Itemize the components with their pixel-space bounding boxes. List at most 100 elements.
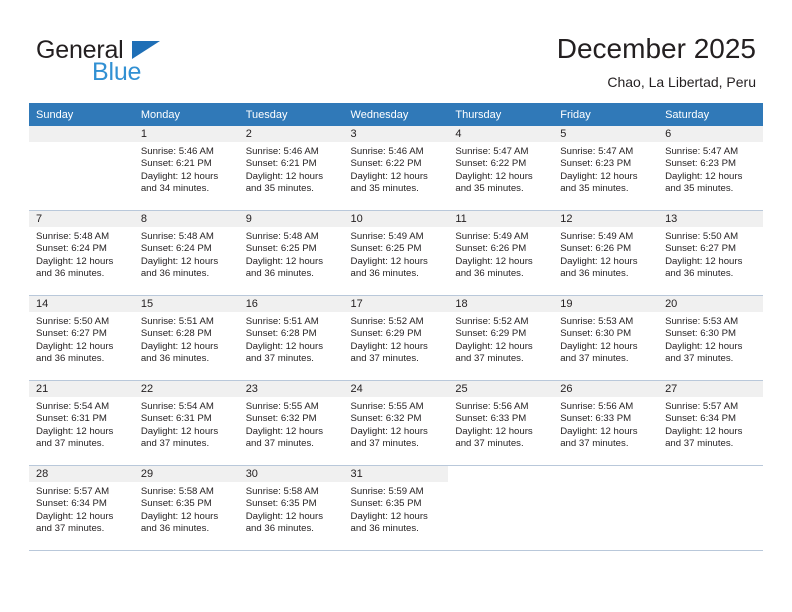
day-detail-daylight-2-line: and 36 minutes.	[455, 268, 524, 280]
page-title: December 2025	[556, 33, 756, 64]
day-detail-daylight-2-line: and 34 minutes.	[140, 183, 210, 195]
day-detail-daylight-2-line: and 37 minutes.	[560, 438, 629, 450]
day-details: Sunrise: 5:48 AM Sunset: 6:24 PM Daylight:…	[29, 227, 134, 281]
calendar-day-cell[interactable]: 22 Sunrise: 5:54 AM Sunset: 6:31 PM Dayligh…	[133, 380, 239, 466]
day-detail-sunrise-line: Sunrise: 5:46 AM	[140, 146, 214, 157]
day-detail-daylight-1-line: Daylight: 12 hours	[560, 255, 638, 267]
day-number: 9	[238, 211, 344, 227]
calendar-day-cell[interactable]: 21 Sunrise: 5:54 AM Sunset: 6:31 PM Dayligh…	[29, 380, 134, 466]
day-detail-daylight-2-line: and 36 minutes.	[245, 523, 314, 535]
day-detail-daylight-2-line: and 35 minutes.	[455, 183, 524, 195]
calendar-week-row: 28 Sunrise: 5:57 AM Sunset: 6:34 PM Dayligh…	[29, 465, 763, 551]
calendar-day-cell[interactable]: 29 Sunrise: 5:58 AM Sunset: 6:35 PM Dayligh…	[133, 465, 239, 551]
calendar-day-cell[interactable]: 13 Sunrise: 5:50 AM Sunset: 6:27 PM Dayligh…	[658, 210, 763, 296]
calendar-day-cell[interactable]: 4 Sunrise: 5:47 AM Sunset: 6:22 PM Daylight…	[448, 126, 554, 211]
general-blue-logo: General Blue	[36, 36, 266, 88]
day-detail-sunset-line: Sunset: 6:24 PM	[36, 243, 107, 255]
day-detail-daylight-1-line: Daylight: 12 hours	[455, 425, 533, 437]
calendar-day-cell[interactable]: 23 Sunrise: 5:55 AM Sunset: 6:32 PM Dayligh…	[238, 380, 344, 466]
day-number: 20	[658, 296, 763, 312]
day-detail-daylight-1-line: Daylight: 12 hours	[350, 340, 428, 352]
day-detail-sunrise-line: Sunrise: 5:59 AM	[350, 486, 424, 497]
calendar-day-cell[interactable]: 15 Sunrise: 5:51 AM Sunset: 6:28 PM Dayligh…	[133, 295, 239, 381]
calendar-day-cell[interactable]: 8 Sunrise: 5:48 AM Sunset: 6:24 PM Daylight…	[133, 210, 239, 296]
day-detail-daylight-2-line: and 37 minutes.	[245, 353, 314, 365]
day-detail-daylight-2-line: and 36 minutes.	[350, 268, 419, 280]
weekday-header-tuesday: Tuesday	[238, 103, 344, 126]
day-detail-daylight-1-line: Daylight: 12 hours	[140, 255, 219, 267]
day-details: Sunrise: 5:51 AM Sunset: 6:28 PM Daylight:…	[134, 312, 239, 366]
calendar-day-cell[interactable]: 25 Sunrise: 5:56 AM Sunset: 6:33 PM Dayligh…	[448, 380, 554, 466]
calendar-day-cell[interactable]: 30 Sunrise: 5:58 AM Sunset: 6:35 PM Dayligh…	[238, 465, 344, 551]
calendar-day-cell[interactable]: 28 Sunrise: 5:57 AM Sunset: 6:34 PM Dayligh…	[29, 465, 134, 551]
day-detail-sunrise-line: Sunrise: 5:52 AM	[455, 316, 529, 327]
day-detail-daylight-1-line: Daylight: 12 hours	[350, 510, 428, 522]
day-details: Sunrise: 5:54 AM Sunset: 6:31 PM Daylight:…	[29, 397, 134, 451]
calendar-day-cell[interactable]: 16 Sunrise: 5:51 AM Sunset: 6:28 PM Dayligh…	[238, 295, 344, 381]
day-detail-daylight-2-line: and 36 minutes.	[140, 523, 210, 535]
day-number	[448, 466, 554, 482]
calendar-day-cell[interactable]: 2 Sunrise: 5:46 AM Sunset: 6:21 PM Daylight…	[238, 126, 344, 211]
day-details: Sunrise: 5:51 AM Sunset: 6:28 PM Daylight:…	[239, 312, 344, 366]
day-detail-sunset-line: Sunset: 6:26 PM	[560, 243, 632, 255]
calendar-day-cell[interactable]: 17 Sunrise: 5:52 AM Sunset: 6:29 PM Dayligh…	[343, 295, 449, 381]
day-details: Sunrise: 5:50 AM Sunset: 6:27 PM Daylight:…	[29, 312, 134, 366]
calendar-day-cell[interactable]: 24 Sunrise: 5:55 AM Sunset: 6:32 PM Dayligh…	[343, 380, 449, 466]
day-detail-daylight-1-line: Daylight: 12 hours	[36, 510, 114, 522]
calendar-week-row: 14 Sunrise: 5:50 AM Sunset: 6:27 PM Dayligh…	[29, 295, 763, 381]
day-details: Sunrise: 5:49 AM Sunset: 6:25 PM Daylight:…	[344, 227, 449, 281]
day-details	[658, 482, 763, 486]
day-detail-daylight-1-line: Daylight: 12 hours	[245, 425, 324, 437]
day-detail-sunrise-line: Sunrise: 5:46 AM	[245, 146, 319, 157]
calendar-cell-empty	[553, 465, 659, 551]
day-detail-sunset-line: Sunset: 6:35 PM	[350, 498, 422, 510]
calendar-day-cell[interactable]: 19 Sunrise: 5:53 AM Sunset: 6:30 PM Dayligh…	[553, 295, 659, 381]
day-detail-sunrise-line: Sunrise: 5:51 AM	[140, 316, 214, 327]
day-detail-sunrise-line: Sunrise: 5:53 AM	[560, 316, 634, 327]
day-number: 25	[448, 381, 554, 397]
day-details: Sunrise: 5:47 AM Sunset: 6:23 PM Daylight:…	[553, 142, 658, 196]
calendar-day-cell[interactable]: 10 Sunrise: 5:49 AM Sunset: 6:25 PM Dayligh…	[343, 210, 449, 296]
day-detail-sunset-line: Sunset: 6:31 PM	[140, 413, 212, 425]
day-detail-sunset-line: Sunset: 6:28 PM	[140, 328, 212, 340]
day-details: Sunrise: 5:58 AM Sunset: 6:35 PM Daylight:…	[134, 482, 239, 536]
day-number: 26	[553, 381, 659, 397]
day-detail-sunrise-line: Sunrise: 5:48 AM	[140, 231, 214, 242]
weekday-header-wednesday: Wednesday	[343, 103, 449, 126]
day-detail-daylight-2-line: and 37 minutes.	[665, 438, 734, 450]
calendar-day-cell[interactable]: 12 Sunrise: 5:49 AM Sunset: 6:26 PM Dayligh…	[553, 210, 659, 296]
day-detail-daylight-2-line: and 37 minutes.	[455, 353, 524, 365]
calendar-day-cell[interactable]: 7 Sunrise: 5:48 AM Sunset: 6:24 PM Daylight…	[29, 210, 134, 296]
day-number: 6	[658, 126, 763, 142]
day-detail-daylight-2-line: and 37 minutes.	[36, 523, 105, 535]
calendar-day-cell[interactable]: 31 Sunrise: 5:59 AM Sunset: 6:35 PM Dayligh…	[343, 465, 449, 551]
day-number: 27	[658, 381, 763, 397]
calendar-day-cell[interactable]: 3 Sunrise: 5:46 AM Sunset: 6:22 PM Daylight…	[343, 126, 449, 211]
calendar-header-row: Sunday Monday Tuesday Wednesday Thursday…	[29, 103, 763, 126]
calendar-day-cell[interactable]: 11 Sunrise: 5:49 AM Sunset: 6:26 PM Dayligh…	[448, 210, 554, 296]
day-detail-daylight-2-line: and 37 minutes.	[665, 353, 734, 365]
day-details: Sunrise: 5:46 AM Sunset: 6:22 PM Daylight:…	[344, 142, 449, 196]
day-details: Sunrise: 5:57 AM Sunset: 6:34 PM Daylight:…	[658, 397, 763, 451]
calendar-day-cell[interactable]: 9 Sunrise: 5:48 AM Sunset: 6:25 PM Daylight…	[238, 210, 344, 296]
calendar-day-cell[interactable]: 14 Sunrise: 5:50 AM Sunset: 6:27 PM Dayligh…	[29, 295, 134, 381]
calendar-day-cell[interactable]: 1 Sunrise: 5:46 AM Sunset: 6:21 PM Daylight…	[133, 126, 239, 211]
day-detail-daylight-2-line: and 37 minutes.	[36, 438, 105, 450]
day-details: Sunrise: 5:48 AM Sunset: 6:25 PM Daylight:…	[239, 227, 344, 281]
calendar-day-cell[interactable]: 26 Sunrise: 5:56 AM Sunset: 6:33 PM Dayligh…	[553, 380, 659, 466]
calendar-day-cell[interactable]: 27 Sunrise: 5:57 AM Sunset: 6:34 PM Dayligh…	[658, 380, 763, 466]
day-number: 19	[553, 296, 659, 312]
day-number: 3	[343, 126, 449, 142]
day-detail-daylight-1-line: Daylight: 12 hours	[350, 255, 428, 267]
day-detail-sunrise-line: Sunrise: 5:54 AM	[140, 401, 214, 412]
day-detail-daylight-1-line: Daylight: 12 hours	[455, 340, 533, 352]
day-detail-daylight-2-line: and 36 minutes.	[350, 523, 419, 535]
calendar-day-cell[interactable]: 18 Sunrise: 5:52 AM Sunset: 6:29 PM Dayligh…	[448, 295, 554, 381]
day-detail-sunrise-line: Sunrise: 5:57 AM	[36, 486, 110, 497]
day-detail-daylight-1-line: Daylight: 12 hours	[665, 340, 743, 352]
calendar-day-cell[interactable]: 6 Sunrise: 5:47 AM Sunset: 6:23 PM Daylight…	[658, 126, 763, 211]
calendar-day-cell[interactable]: 5 Sunrise: 5:47 AM Sunset: 6:23 PM Daylight…	[553, 126, 659, 211]
day-detail-daylight-1-line: Daylight: 12 hours	[350, 425, 428, 437]
calendar-day-cell[interactable]: 20 Sunrise: 5:53 AM Sunset: 6:30 PM Dayligh…	[658, 295, 763, 381]
day-detail-daylight-1-line: Daylight: 12 hours	[140, 170, 219, 182]
